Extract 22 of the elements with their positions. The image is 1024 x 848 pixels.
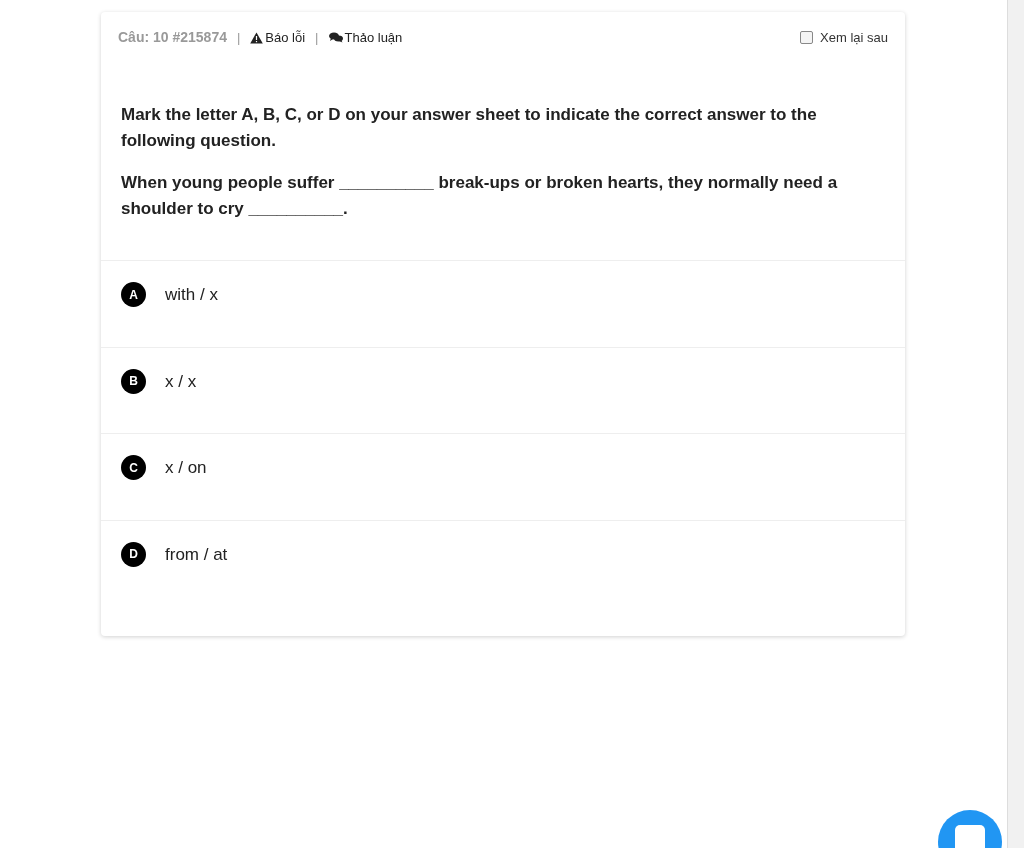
discussion-link[interactable]: Thảo luận bbox=[328, 27, 403, 48]
option-text: x / x bbox=[165, 370, 197, 393]
review-later-checkbox[interactable]: Xem lại sau bbox=[800, 27, 888, 48]
answer-option[interactable]: A with / x bbox=[101, 260, 905, 347]
separator: | bbox=[315, 28, 319, 47]
answer-option[interactable]: D from / at bbox=[101, 519, 905, 606]
question-text: When young people suffer __________ break-ups or broken hearts, they normally need a shoulder to cry __________. bbox=[121, 172, 839, 220]
option-letter: B bbox=[121, 368, 146, 394]
option-letter: C bbox=[121, 455, 146, 481]
answer-option[interactable]: B x / x bbox=[101, 346, 905, 433]
option-text: x / on bbox=[165, 457, 207, 479]
option-letter: A bbox=[121, 282, 146, 308]
answer-option[interactable]: C x / on bbox=[101, 433, 905, 520]
separator: | bbox=[236, 28, 241, 47]
warning-icon bbox=[250, 31, 264, 44]
option-text: with / x bbox=[165, 284, 218, 306]
question-instruction: Mark the letter A, B, C, or D on your answer sheet to indicate the correct answer to the following question. bbox=[121, 104, 818, 152]
option-letter: D bbox=[121, 541, 146, 567]
chat-bubbles-icon bbox=[328, 32, 343, 43]
option-text: from / at bbox=[165, 543, 228, 566]
report-link[interactable]: Báo lỗi bbox=[250, 27, 306, 48]
question-number: Câu: 10 #215874 bbox=[118, 28, 227, 47]
